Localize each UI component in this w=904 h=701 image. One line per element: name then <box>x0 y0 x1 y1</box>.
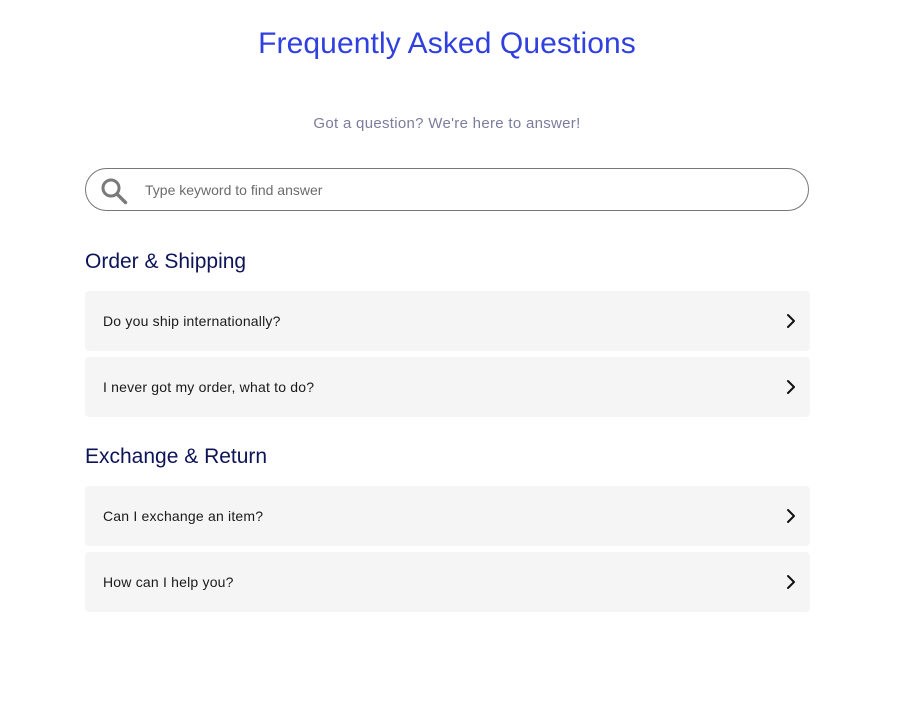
faq-item-help-you[interactable]: How can I help you? <box>85 552 810 612</box>
chevron-right-icon[interactable] <box>786 379 796 395</box>
page-title: Frequently Asked Questions <box>258 27 636 60</box>
search-icon[interactable] <box>100 177 128 205</box>
search-input[interactable] <box>145 175 785 205</box>
chevron-right-icon[interactable] <box>786 574 796 590</box>
faq-item-exchange-item[interactable]: Can I exchange an item? <box>85 486 810 546</box>
faq-question: How can I help you? <box>103 574 234 590</box>
faq-item-never-got-order[interactable]: I never got my order, what to do? <box>85 357 810 417</box>
faq-question: Do you ship internationally? <box>103 313 281 329</box>
page-subtitle: Got a question? We're here to answer! <box>313 115 581 132</box>
chevron-right-icon[interactable] <box>786 313 796 329</box>
search-box[interactable] <box>85 168 809 211</box>
faq-item-ship-internationally[interactable]: Do you ship internationally? <box>85 291 810 351</box>
faq-question: I never got my order, what to do? <box>103 379 315 395</box>
section-title-order-shipping: Order & Shipping <box>85 250 247 273</box>
faq-question: Can I exchange an item? <box>103 508 264 524</box>
chevron-right-icon[interactable] <box>786 508 796 524</box>
section-title-exchange-return: Exchange & Return <box>85 445 268 468</box>
